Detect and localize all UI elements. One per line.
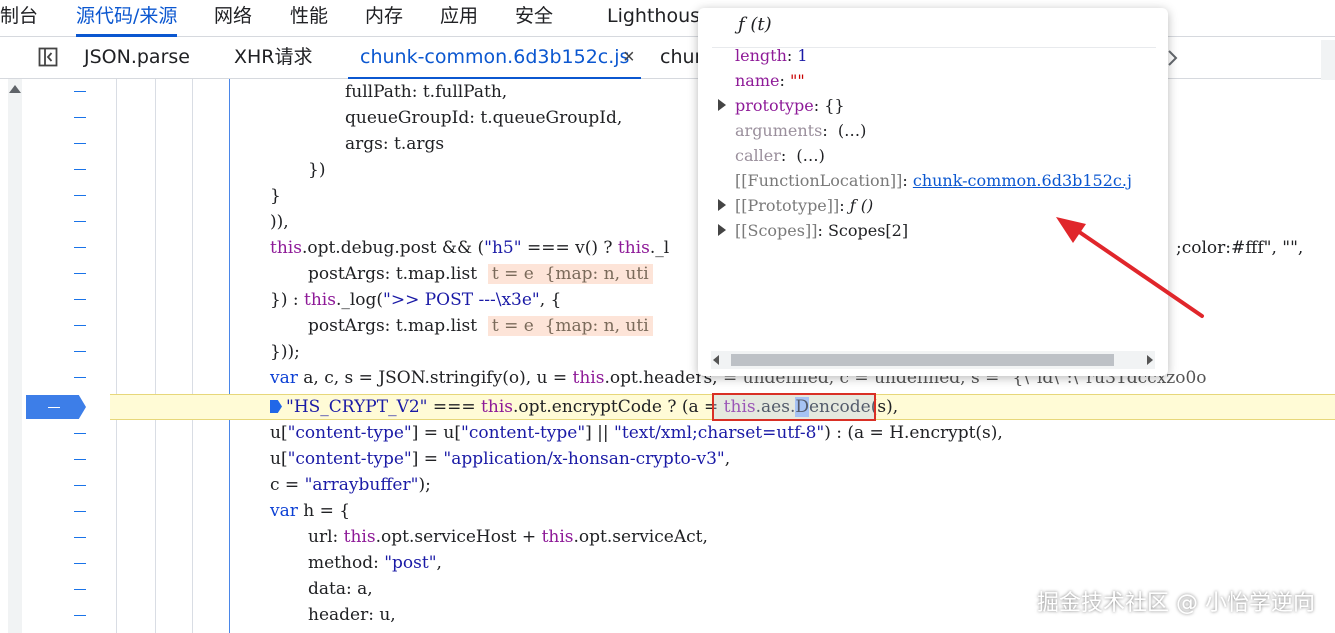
prop-prototype[interactable]: prototype: {} [735,93,845,118]
code-line: postArgs: t.map.list t = e {map: n, uti [308,313,653,339]
prop-length: length: 1 [735,46,808,65]
prop-internal-prototype[interactable]: [[Prototype]]: ƒ () [735,193,873,218]
file-tab-xhr[interactable]: XHR请求 [234,37,313,78]
code-line: })); [270,342,300,362]
tab-memory[interactable]: 内存 [365,0,403,36]
tab-lighthouse[interactable]: Lighthouse [607,0,712,36]
watermark: 掘金技术社区 @ 小怡学逆向 [1037,591,1315,616]
tab-sources[interactable]: 源代码/来源 [76,0,178,37]
code-line: args: t.args [345,134,445,154]
code-line: postArgs: t.map.list t = e {map: n, uti [308,261,653,287]
tab-performance[interactable]: 性能 [290,0,328,36]
hovered-expression-highlight[interactable] [712,393,876,421]
file-tab-json-parse[interactable]: JSON.parse [84,37,190,78]
code-line: fullPath: t.fullPath, [345,82,508,102]
function-signature: ƒ (t) [738,14,772,35]
code-line: var h = { [270,501,351,521]
right-scrollbar-top[interactable] [1321,40,1335,80]
inline-value-preview: t = e {map: n, uti [487,316,653,336]
code-line: } [270,186,281,206]
scroll-right-icon[interactable] [1147,355,1153,365]
prop-caller[interactable]: caller: (…) [735,143,825,168]
code-line: method: "post", [308,553,442,573]
prop-name: name: "" [735,71,805,90]
left-edge-strip [0,79,8,633]
prop-arguments[interactable]: arguments: (…) [735,118,866,143]
code-line: url: this.opt.serviceHost + this.opt.ser… [308,527,708,547]
scrollbar-thumb[interactable] [731,354,1114,366]
tab-overflow-chevron-icon[interactable] [1166,49,1178,67]
tab-network[interactable]: 网络 [214,0,252,36]
expand-triangle-icon[interactable] [718,99,726,111]
code-line: queueGroupId: t.queueGroupId, [345,108,623,128]
function-location-link[interactable]: chunk-common.6d3b152c.j [913,171,1132,190]
navigator-scrollbar[interactable] [8,79,22,633]
code-line: c = "arraybuffer"); [270,475,431,495]
line-gutter[interactable] [22,79,110,633]
expand-triangle-icon[interactable] [718,224,726,236]
inline-value-preview: t = e {map: n, uti [487,264,653,284]
code-line: }) : this._log(">> POST ---\x3e", { [270,290,562,310]
prop-scopes[interactable]: [[Scopes]]: Scopes[2] [735,218,908,243]
tab-console[interactable]: 制台 [0,0,38,36]
code-line: }) [308,160,326,180]
code-line: header: u, [308,605,396,625]
function-hover-popover[interactable]: ƒ (t) length: 1 name: "" prototype: {} a… [698,8,1168,376]
code-line: u["content-type"] = "application/x-honsa… [270,449,731,469]
scroll-up-icon[interactable] [9,85,21,93]
code-line: this.opt.debug.post && ("h5" === v() ? t… [270,238,670,258]
file-tab-chunk-common[interactable]: chunk-common.6d3b152c.js [347,37,642,79]
close-tab-icon[interactable]: × [623,37,635,78]
scroll-left-icon[interactable] [713,355,719,365]
execution-arrow-icon [270,400,282,413]
code-line-tail: ;color:#fff", "", [1176,238,1304,258]
prop-function-location: [[FunctionLocation]]: chunk-common.6d3b1… [735,171,1132,190]
breakpoint-dash [48,407,60,408]
code-line: )), [270,212,289,232]
code-line: u["content-type"] = u["content-type"] ||… [270,423,1003,443]
toggle-navigator-icon[interactable] [38,47,58,67]
code-line: data: a, [308,579,373,599]
tab-application[interactable]: 应用 [440,0,478,36]
expand-triangle-icon[interactable] [718,199,726,211]
popover-horizontal-scrollbar[interactable] [711,351,1155,369]
tab-security[interactable]: 安全 [515,0,553,36]
